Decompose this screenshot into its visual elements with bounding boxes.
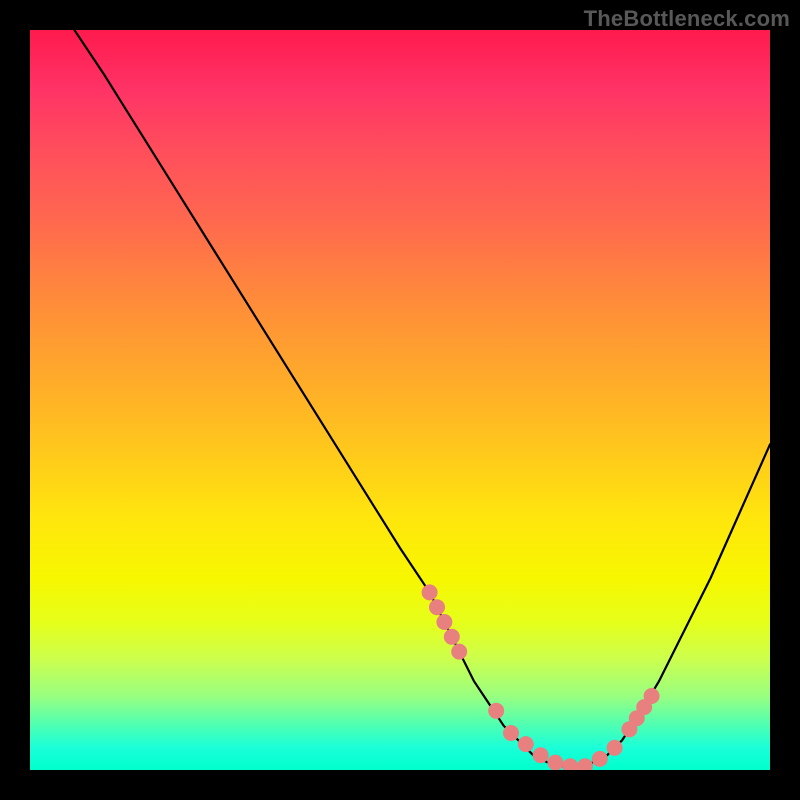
plot-area [30,30,770,770]
sweet-spot-marker [607,740,623,756]
sweet-spot-marker [592,751,608,767]
marker-group [422,584,660,770]
sweet-spot-marker [533,747,549,763]
sweet-spot-marker [547,755,563,770]
sweet-spot-marker [629,710,645,726]
sweet-spot-marker [562,758,578,770]
sweet-spot-marker [621,721,637,737]
sweet-spot-marker [518,736,534,752]
sweet-spot-marker [636,699,652,715]
sweet-spot-marker [577,758,593,770]
sweet-spot-marker [436,614,452,630]
watermark-text: TheBottleneck.com [584,6,790,32]
bottleneck-curve [74,30,770,766]
sweet-spot-marker [644,688,660,704]
sweet-spot-marker [503,725,519,741]
chart-frame: TheBottleneck.com [0,0,800,800]
sweet-spot-marker [444,629,460,645]
sweet-spot-marker [422,584,438,600]
sweet-spot-marker [429,599,445,615]
curve-svg [30,30,770,770]
sweet-spot-marker [488,703,504,719]
sweet-spot-marker [451,644,467,660]
